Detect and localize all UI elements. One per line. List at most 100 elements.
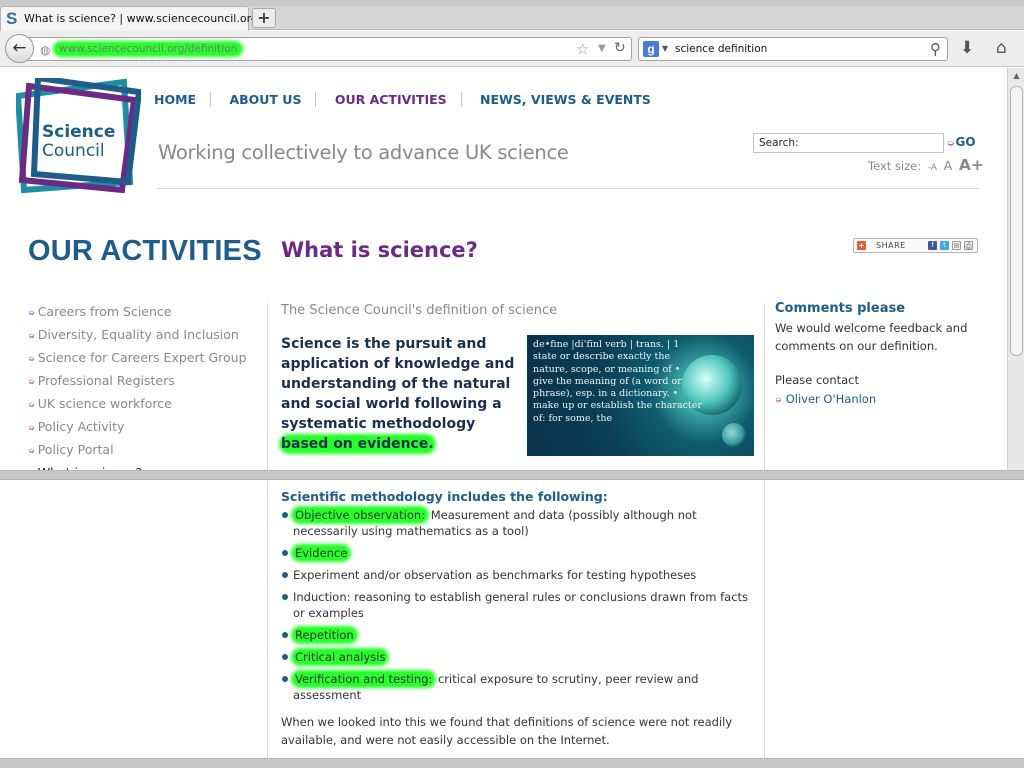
history-dropdown-icon[interactable]: ▼: [598, 43, 606, 54]
browser-tab-active[interactable]: S What is science? | www.sciencecouncil.…: [0, 6, 258, 31]
text-size-medium[interactable]: A: [944, 158, 953, 173]
scrollbar-thumb[interactable]: [1010, 86, 1023, 356]
methodology-item: Evidence: [281, 545, 751, 561]
methodology-description: Induction: reasoning to establish genera…: [293, 590, 749, 620]
header-divider: [157, 188, 979, 189]
sidebar-item-label: Diversity, Equality and Inclusion: [37, 327, 239, 342]
sidebar-arrow-icon: ➭: [28, 354, 35, 363]
sidebar-item-uk-science-workforce[interactable]: ➭ UK science workforce: [28, 393, 263, 416]
screenshot-bottom-edge: [0, 758, 1024, 768]
text-size-label: Text size:: [868, 159, 922, 173]
sidebar-item-label: Science for Careers Expert Group: [37, 350, 247, 365]
favicon-icon: S: [6, 9, 18, 28]
page-title: What is science?: [281, 238, 478, 262]
home-icon[interactable]: ⌂: [996, 38, 1007, 58]
methodology-term: Critical analysis: [293, 650, 388, 664]
science-definition: Science is the pursuit and application o…: [281, 334, 517, 454]
twitter-icon[interactable]: t: [940, 241, 949, 250]
tab-bar: S What is science? | www.sciencecouncil.…: [0, 6, 1024, 31]
address-bar[interactable]: ◍ www.sciencecouncil.org/definition ☆ ▼ …: [28, 37, 632, 61]
nav-home[interactable]: HOME: [154, 92, 212, 107]
column-divider-right: [764, 303, 765, 768]
star-icon[interactable]: ☆: [576, 40, 589, 58]
sidebar-item-professional-registers[interactable]: ➭ Professional Registers: [28, 370, 263, 393]
contact-arrow-icon: ➭: [775, 395, 782, 404]
reload-icon[interactable]: ↻: [614, 40, 626, 56]
sidebar-item-diversity[interactable]: ➭ Diversity, Equality and Inclusion: [28, 324, 263, 347]
text-size-large[interactable]: A+: [959, 156, 984, 174]
methodology-item: Induction: reasoning to establish genera…: [281, 589, 751, 621]
navigation-toolbar: ◍ www.sciencecouncil.org/definition ☆ ▼ …: [0, 31, 1024, 67]
column-divider-left: [267, 303, 268, 768]
facebook-icon[interactable]: f: [928, 241, 937, 250]
contact-link[interactable]: ➭ Oliver O'Hanlon: [775, 392, 876, 406]
back-button[interactable]: ←: [5, 34, 34, 63]
site-search-input[interactable]: Search:: [753, 133, 944, 153]
comments-title: Comments please: [775, 301, 906, 316]
magnifier-icon[interactable]: ⚲: [930, 40, 941, 58]
sidebar-item-label: Policy Portal: [37, 442, 114, 457]
text-size-control: Text size: -A A A+: [868, 156, 984, 174]
sidebar-item-policy-activity[interactable]: ➭ Policy Activity: [28, 416, 263, 439]
definition-text: Science is the pursuit and application o…: [281, 336, 515, 432]
email-icon[interactable]: ✉: [952, 241, 961, 250]
methodology-item: Experiment and/or observation as benchma…: [281, 567, 751, 583]
tab-title: What is science? | www.sciencecouncil.or…: [24, 12, 258, 25]
text-size-small[interactable]: -A: [928, 163, 937, 173]
section-title: OUR ACTIVITIES: [28, 235, 262, 267]
closing-paragraph: When we looked into this we found that d…: [281, 715, 733, 747]
print-icon[interactable]: ⎙: [964, 241, 973, 250]
go-label: GO: [955, 135, 976, 149]
site-tagline: Working collectively to advance UK scien…: [158, 141, 569, 164]
sidebar-item-policy-portal[interactable]: ➭ Policy Portal: [28, 439, 263, 462]
methodology-item: Verification and testing: critical expos…: [281, 671, 751, 703]
methodology-item: Objective observation: Measurement and d…: [281, 507, 751, 539]
methodology-term: Objective observation:: [293, 508, 428, 522]
page-scrollbar[interactable]: ▲: [1007, 68, 1024, 470]
new-tab-button[interactable]: +: [252, 8, 276, 28]
scroll-up-icon[interactable]: ▲: [1010, 69, 1023, 82]
back-arrow-icon: ←: [12, 38, 27, 58]
dictionary-image-text: de•fine |di'fīnl verb | trans. | 1 state…: [533, 339, 702, 424]
methodology-item: Critical analysis: [281, 649, 751, 665]
logo-text: Science Council: [42, 123, 132, 161]
methodology-term: Repetition: [293, 628, 356, 642]
contact-label: Please contact: [775, 373, 860, 387]
main-navigation: HOME ABOUT US OUR ACTIVITIES NEWS, VIEWS…: [154, 92, 651, 108]
download-icon[interactable]: ⬇: [960, 38, 974, 58]
nav-about-us[interactable]: ABOUT US: [229, 92, 317, 107]
methodology-heading: Scientific methodology includes the foll…: [281, 489, 608, 504]
globe-icon: ◍: [40, 43, 51, 57]
share-button[interactable]: + SHARE f t ✉ ⎙: [853, 238, 978, 253]
logo-line-1: Science: [42, 122, 116, 142]
search-engine-bar[interactable]: g ▼ science definition ⚲: [638, 37, 948, 61]
sidebar-item-label: Careers from Science: [37, 304, 172, 319]
sidebar-arrow-icon: ➭: [28, 377, 35, 386]
engine-dropdown-icon[interactable]: ▼: [662, 44, 668, 53]
sidebar-item-expert-group[interactable]: ➭ Science for Careers Expert Group: [28, 347, 263, 370]
sidebar-item-label: UK science workforce: [37, 396, 172, 411]
section-sidebar: ➭ Careers from Science ➭ Diversity, Equali…: [28, 301, 263, 485]
google-icon[interactable]: g: [643, 41, 659, 57]
sidebar-arrow-icon: ➭: [28, 446, 35, 455]
sidebar-arrow-icon: ➭: [28, 400, 35, 409]
sidebar-item-label: Professional Registers: [37, 373, 175, 388]
logo-line-2: Council: [42, 141, 105, 161]
virus-graphic-small: [722, 423, 746, 447]
page-viewport: Science Council HOME ABOUT US OUR ACTIVI…: [0, 68, 1024, 768]
methodology-list: Objective observation: Measurement and d…: [281, 507, 751, 709]
sidebar-arrow-icon: ➭: [28, 331, 35, 340]
nav-our-activities[interactable]: OUR ACTIVITIES: [334, 92, 462, 107]
sidebar-item-careers-from-science[interactable]: ➭ Careers from Science: [28, 301, 263, 324]
sidebar-arrow-icon: ➭: [28, 308, 35, 317]
definition-subhead: The Science Council's definition of scie…: [281, 303, 558, 318]
methodology-description: Experiment and/or observation as benchma…: [293, 568, 697, 582]
contact-name: Oliver O'Hanlon: [785, 392, 877, 406]
site-search-go-button[interactable]: ➭GO: [947, 135, 976, 149]
dictionary-image: de•fine |di'fīnl verb | trans. | 1 state…: [527, 335, 754, 456]
search-query-text[interactable]: science definition: [675, 43, 767, 55]
comments-body: We would welcome feedback and comments o…: [775, 321, 968, 353]
url-text[interactable]: www.sciencecouncil.org/definition: [55, 43, 242, 55]
nav-news-views-events[interactable]: NEWS, VIEWS & EVENTS: [480, 92, 651, 107]
methodology-term: Evidence: [293, 546, 350, 560]
